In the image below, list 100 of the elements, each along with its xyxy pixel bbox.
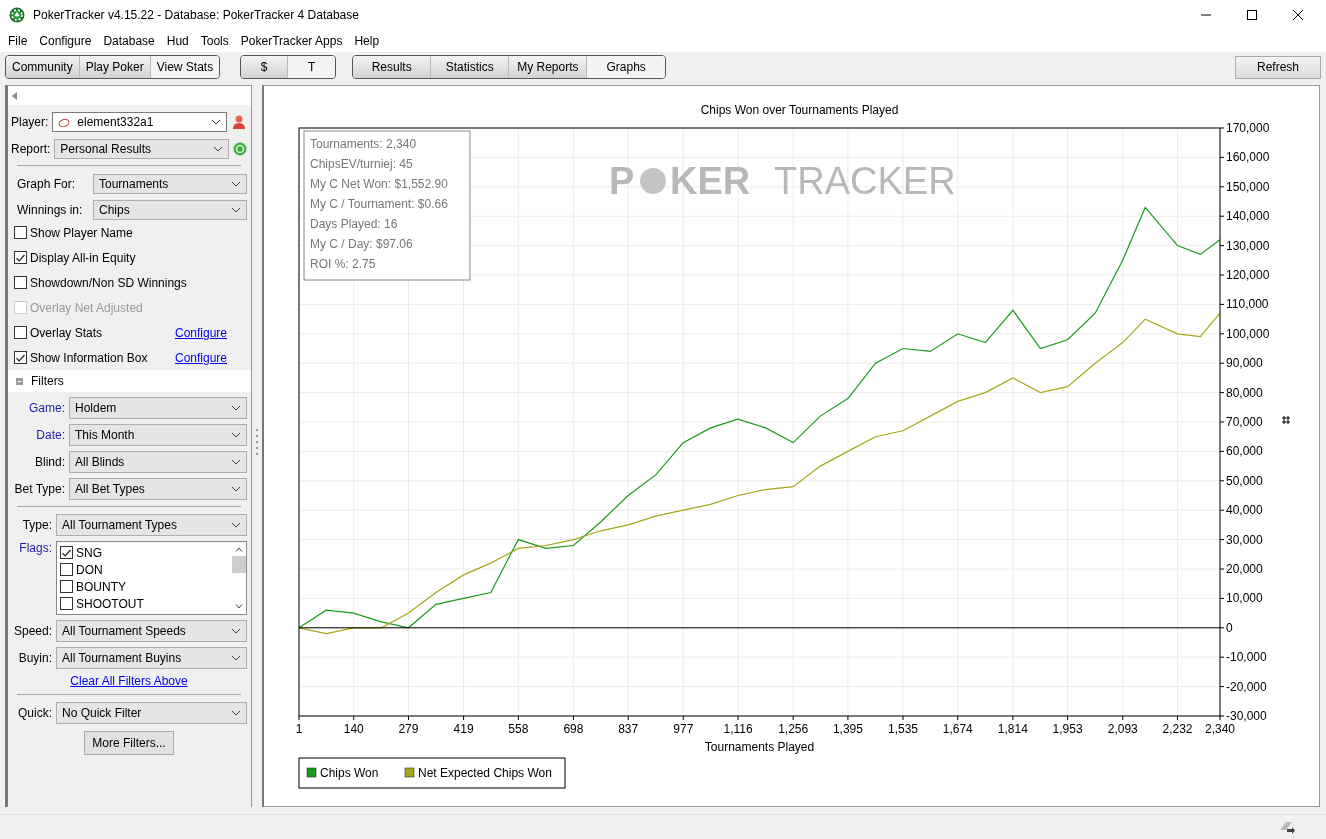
toolbar-tab[interactable]: $: [241, 56, 289, 78]
filters-header: Filters: [31, 374, 64, 388]
menu-item[interactable]: Configure: [38, 34, 98, 48]
menu-item[interactable]: Hud: [165, 34, 195, 48]
quick-filter-dropdown[interactable]: No Quick Filter: [56, 702, 247, 724]
filter-dropdown[interactable]: Holdem: [69, 397, 247, 419]
winnings-in-label: Winnings in:: [17, 202, 84, 217]
x-tick-label: 698: [563, 722, 584, 736]
chevron-down-icon: [231, 655, 241, 661]
menu-item[interactable]: Tools: [199, 34, 235, 48]
status-icon[interactable]: [1278, 820, 1296, 834]
y-tick-label: -10,000: [1226, 650, 1267, 665]
y-tick-label: 80,000: [1226, 385, 1263, 400]
filter-dropdown[interactable]: All Blinds: [69, 451, 247, 473]
menu-item[interactable]: PokerTracker Apps: [239, 34, 349, 48]
scroll-up-icon[interactable]: [234, 547, 243, 552]
y-tick-label: 10,000: [1226, 591, 1263, 606]
collapse-arrow-icon[interactable]: [12, 91, 17, 100]
maximize-icon[interactable]: [1246, 9, 1258, 21]
toolbar-tab[interactable]: Statistics: [431, 56, 510, 78]
close-icon[interactable]: [1292, 9, 1304, 21]
x-tick-label: 1,535: [888, 722, 919, 736]
toolbar-tab[interactable]: Community: [6, 56, 80, 78]
checkmark-icon: [16, 353, 25, 362]
y-tick-label: 30,000: [1226, 532, 1263, 547]
info-text: Tournaments: 2,340: [310, 137, 417, 151]
flag-checkbox[interactable]: SHOOTOUT: [60, 595, 228, 612]
toolbar-tab[interactable]: My Reports: [509, 56, 588, 78]
graph-for-dropdown[interactable]: Tournaments: [93, 173, 247, 194]
x-tick-label: 1,395: [832, 722, 863, 736]
info-text: My C / Day: $97.06: [310, 237, 413, 251]
y-tick-label: 0: [1226, 620, 1233, 635]
splitter-grip-icon[interactable]: [255, 429, 259, 457]
info-text: ChipsEV/turniej: 45: [310, 157, 413, 171]
more-filters-button[interactable]: More Filters...: [84, 731, 174, 755]
y-tick-label: 130,000: [1226, 238, 1270, 253]
filter-label: Game:: [28, 401, 65, 415]
x-tick-label: 279: [398, 722, 419, 736]
player-label: Player:: [11, 114, 49, 129]
person-icon[interactable]: [231, 113, 247, 130]
type-dropdown[interactable]: All Tournament Types: [56, 514, 247, 536]
y-tick-label: 150,000: [1226, 179, 1270, 194]
legend-label: Net Expected Chips Won: [418, 766, 552, 780]
y-tick-label: 160,000: [1226, 150, 1270, 165]
filter-dropdown[interactable]: All Bet Types: [69, 478, 247, 500]
collapse-icon[interactable]: [16, 377, 23, 385]
chevron-down-icon: [231, 522, 241, 528]
y-tick-label: 70,000: [1226, 415, 1263, 429]
menu-item[interactable]: Database: [102, 34, 161, 48]
y-tick-label: 60,000: [1226, 444, 1263, 459]
help-icon[interactable]: [233, 141, 247, 156]
x-tick-label: 419: [453, 722, 474, 736]
option-checkbox[interactable]: Overlay Stats: [14, 325, 103, 340]
winnings-in-dropdown[interactable]: Chips: [93, 199, 247, 220]
flags-label: Flags:: [18, 541, 52, 555]
flag-checkbox[interactable]: SNG: [60, 544, 228, 561]
y-tick-label: 170,000: [1226, 121, 1270, 135]
speed-label: Speed:: [12, 624, 52, 638]
y-tick-label: 120,000: [1226, 268, 1270, 282]
menu-item[interactable]: File: [7, 34, 34, 48]
configure-link[interactable]: Configure: [174, 350, 227, 365]
refresh-button[interactable]: Refresh: [1235, 55, 1321, 79]
chevron-down-icon: [231, 486, 241, 492]
app-logo-icon: [9, 7, 25, 23]
x-tick-label: 1: [295, 722, 303, 736]
scroll-down-icon[interactable]: [234, 604, 243, 609]
chevron-down-icon: [231, 180, 241, 187]
x-tick-label: 2,093: [1107, 722, 1138, 736]
type-label: Type:: [21, 518, 52, 532]
scrollbar-thumb[interactable]: [231, 556, 246, 573]
flag-checkbox[interactable]: BOUNTY: [60, 578, 228, 595]
flag-checkbox[interactable]: DON: [60, 561, 228, 578]
y-tick-label: 140,000: [1226, 209, 1270, 224]
speed-dropdown[interactable]: All Tournament Speeds: [56, 620, 247, 642]
player-dropdown[interactable]: element332a1: [52, 111, 227, 132]
option-checkbox[interactable]: Show Player Name: [14, 225, 133, 240]
filter-label: Blind:: [33, 455, 65, 469]
option-checkbox[interactable]: Showdown/Non SD Winnings: [14, 275, 187, 290]
buyin-dropdown[interactable]: All Tournament Buyins: [56, 647, 247, 669]
toolbar-tab[interactable]: View Stats: [150, 56, 220, 78]
y-tick-label: -30,000: [1226, 709, 1267, 723]
menu-item[interactable]: Help: [353, 34, 386, 48]
report-dropdown[interactable]: Personal Results: [54, 138, 229, 159]
x-axis-label: Tournaments Played: [704, 740, 815, 754]
toolbar-tab[interactable]: Results: [353, 56, 432, 78]
filter-label: Bet Type:: [13, 482, 65, 496]
toolbar-tab[interactable]: T: [288, 56, 336, 78]
checkmark-icon: [16, 253, 25, 262]
info-text: My C / Tournament: $0.66: [310, 197, 448, 211]
configure-link[interactable]: Configure: [174, 325, 227, 340]
toolbar-tab[interactable]: Play Poker: [79, 56, 151, 78]
filter-dropdown[interactable]: This Month: [69, 424, 247, 446]
chevron-down-icon: [231, 628, 241, 634]
clear-filters-link[interactable]: Clear All Filters Above: [70, 674, 188, 688]
option-checkbox[interactable]: Display All-in Equity: [14, 250, 136, 265]
option-checkbox[interactable]: Show Information Box: [14, 350, 148, 365]
toolbar-tab[interactable]: Graphs: [587, 56, 666, 78]
y-tick-label: 110,000: [1226, 297, 1269, 312]
logo-text: P: [609, 160, 635, 202]
buyin-label: Buyin:: [17, 651, 52, 665]
